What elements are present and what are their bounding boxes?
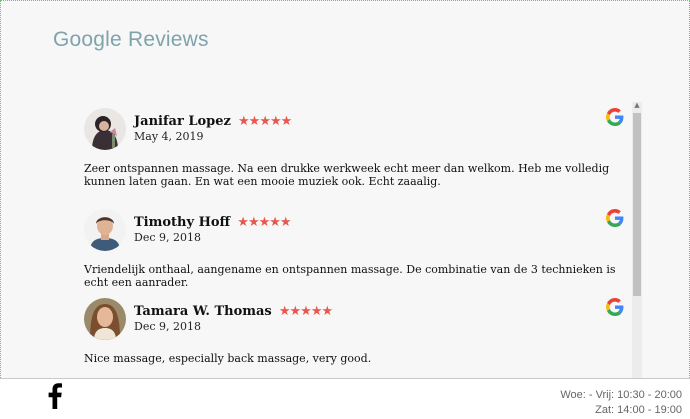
reviewer-name[interactable]: Tamara W. Thomas	[134, 304, 272, 319]
review-text: Vriendelijk onthaal, aangename en ontspa…	[84, 263, 616, 289]
scroll-up-arrow-icon[interactable]: ▲	[633, 101, 641, 111]
star-rating: ★★★★★	[237, 215, 291, 230]
star-rating: ★★★★★	[278, 304, 333, 319]
google-icon[interactable]	[606, 108, 624, 126]
reviewer-name[interactable]: Timothy Hoff	[134, 215, 230, 230]
reviewer-avatar	[84, 298, 126, 340]
reviews-list[interactable]: Janifar Lopez ★★★★★ May 4, 2019 Zeer ont…	[0, 0, 640, 378]
review-header: Tamara W. Thomas ★★★★★	[134, 300, 333, 319]
review-header: Timothy Hoff ★★★★★	[134, 211, 292, 230]
review-header: Janifar Lopez ★★★★★	[134, 110, 292, 129]
reviewer-avatar	[84, 209, 126, 251]
opening-hours-line: Zat: 14:00 - 19:00	[595, 404, 682, 416]
opening-hours: Woe: - Vrij: 10:30 - 20:00 Zat: 14:00 - …	[560, 388, 682, 418]
google-icon[interactable]	[606, 298, 624, 316]
review-date: Dec 9, 2018	[134, 320, 201, 333]
review-date: Dec 9, 2018	[134, 231, 201, 244]
scrollbar-thumb[interactable]	[633, 113, 641, 296]
review-text: Zeer ontspannen massage. Na een drukke w…	[84, 162, 610, 188]
facebook-icon[interactable]	[48, 383, 62, 409]
google-icon[interactable]	[606, 209, 624, 227]
reviewer-avatar	[84, 108, 126, 150]
opening-hours-line: Woe: - Vrij: 10:30 - 20:00	[560, 389, 682, 401]
star-rating: ★★★★★	[238, 114, 292, 129]
review-date: May 4, 2019	[134, 130, 204, 143]
reviewer-name[interactable]: Janifar Lopez	[134, 114, 231, 129]
review-text: Nice massage, especially back massage, v…	[84, 352, 372, 365]
